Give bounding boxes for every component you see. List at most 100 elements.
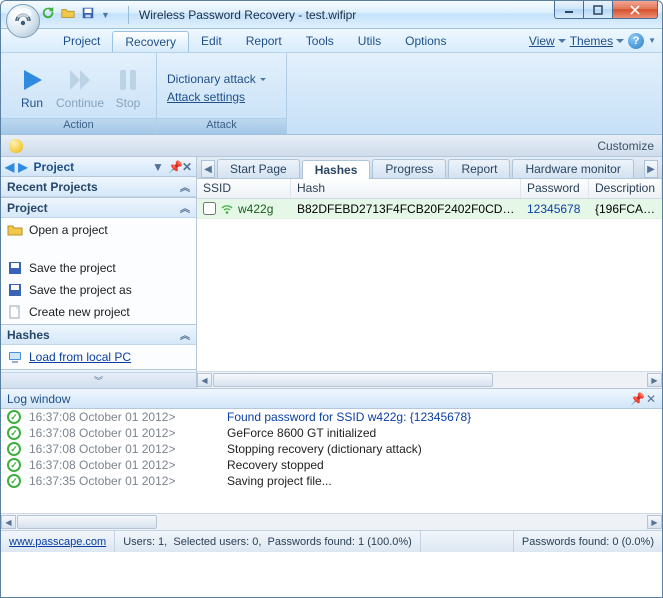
grid-scrollbar[interactable]: ◀ ▶ (197, 371, 662, 388)
hashes-header[interactable]: Hashes (7, 328, 50, 342)
menu-view[interactable]: View (529, 34, 566, 48)
tab-hardware-monitor[interactable]: Hardware monitor (512, 159, 633, 178)
col-ssid[interactable]: SSID (197, 179, 291, 198)
open-project-item[interactable]: Open a project (7, 222, 190, 238)
continue-button[interactable]: Continue (59, 66, 101, 110)
save-project-item[interactable]: Save the project (7, 260, 190, 276)
ok-icon: ✓ (7, 442, 21, 456)
scroll-left-icon[interactable]: ◀ (1, 515, 16, 529)
cell-description: {196FCAAE- (589, 202, 662, 216)
log-row: ✓16:37:08 October 01 2012>Stopping recov… (1, 441, 662, 457)
col-password[interactable]: Password (521, 179, 589, 198)
log-body: ✓16:37:08 October 01 2012>Found password… (1, 409, 662, 513)
tab-scroll-left[interactable]: ◀ (201, 160, 215, 178)
refresh-icon[interactable] (41, 6, 55, 23)
status-url[interactable]: www.passcape.com (9, 536, 106, 548)
side-close-icon[interactable]: ✕ (182, 160, 192, 174)
scroll-right-icon[interactable]: ▶ (647, 515, 662, 529)
row-checkbox[interactable] (203, 202, 216, 215)
chevron-up-icon[interactable]: ︽ (180, 200, 190, 215)
run-button[interactable]: Run (11, 66, 53, 110)
scroll-right-icon[interactable]: ▶ (647, 373, 662, 387)
menu-project[interactable]: Project (51, 29, 112, 52)
pin-icon[interactable]: 📌 (168, 160, 178, 174)
cell-password: 12345678 (521, 202, 589, 216)
maximize-button[interactable] (583, 1, 613, 19)
col-hash[interactable]: Hash (291, 179, 521, 198)
window-title: Wireless Password Recovery - test.wifipr (135, 8, 356, 22)
wifi-icon (220, 202, 234, 216)
menu-options[interactable]: Options (393, 29, 458, 52)
ok-icon: ✓ (7, 458, 21, 472)
chevron-up-icon[interactable]: ︽ (180, 179, 190, 194)
quick-access-toolbar: ▼ (41, 6, 110, 23)
tab-progress[interactable]: Progress (372, 159, 446, 178)
help-icon[interactable]: ? (628, 33, 644, 49)
menu-tools[interactable]: Tools (294, 29, 346, 52)
stop-button[interactable]: Stop (107, 66, 149, 110)
status-found-right: Passwords found: 0 (0.0%) (522, 536, 654, 548)
log-row: ✓16:37:35 October 01 2012>Saving project… (1, 473, 662, 489)
log-close-icon[interactable]: ✕ (646, 392, 656, 406)
menubar: Project Recovery Edit Report Tools Utils… (1, 29, 662, 53)
help-dropdown-icon[interactable]: ▼ (648, 36, 656, 45)
log-scrollbar[interactable]: ◀ ▶ (1, 513, 662, 530)
column-headers: SSID Hash Password Description (197, 179, 662, 199)
nav-back-icon[interactable]: ◀ (5, 160, 14, 174)
save-project-as-item[interactable]: Save the project as (7, 282, 190, 298)
table-row[interactable]: w422g B82DFEBD2713F4FCB20F2402F0CD0... 1… (197, 199, 662, 219)
close-button[interactable] (612, 1, 658, 19)
ribbon: Run Continue Stop Action Dictionary atta… (1, 53, 662, 135)
menu-recovery[interactable]: Recovery (112, 31, 189, 52)
menu-utils[interactable]: Utils (346, 29, 393, 52)
recent-projects-header[interactable]: Recent Projects (7, 180, 98, 194)
ok-icon: ✓ (7, 474, 21, 488)
minimize-button[interactable] (554, 1, 584, 19)
load-from-local-pc-item[interactable]: Load from local PC (7, 349, 190, 365)
customize-row: Customize (1, 135, 662, 157)
cell-hash: B82DFEBD2713F4FCB20F2402F0CD0... (291, 202, 521, 216)
scroll-thumb[interactable] (17, 515, 157, 529)
nav-forward-icon[interactable]: ▶ (18, 160, 27, 174)
create-project-item[interactable]: Create new project (7, 304, 190, 320)
menu-themes[interactable]: Themes (570, 34, 624, 48)
scroll-thumb[interactable] (213, 373, 493, 387)
dictionary-attack-link[interactable]: Dictionary attack (167, 72, 266, 86)
tab-hashes[interactable]: Hashes (302, 160, 371, 179)
save-icon[interactable] (81, 6, 95, 23)
menu-edit[interactable]: Edit (189, 29, 234, 52)
log-row: ✓16:37:08 October 01 2012>Found password… (1, 409, 662, 425)
cell-ssid: w422g (238, 202, 273, 216)
tab-scroll-right[interactable]: ▶ (644, 160, 658, 178)
log-title: Log window (7, 392, 70, 406)
group-action-label: Action (1, 118, 156, 134)
chevron-up-icon[interactable]: ︽ (180, 327, 190, 342)
attack-settings-link[interactable]: Attack settings (167, 90, 266, 104)
ok-icon: ✓ (7, 426, 21, 440)
side-title: Project (33, 160, 74, 174)
scroll-left-icon[interactable]: ◀ (197, 373, 212, 387)
tab-start-page[interactable]: Start Page (217, 159, 300, 178)
continue-label: Continue (56, 96, 104, 110)
bulb-icon[interactable] (9, 139, 23, 153)
open-icon[interactable] (61, 6, 75, 23)
run-label: Run (21, 96, 43, 110)
status-selected: Selected users: 0, (173, 536, 261, 548)
tab-report[interactable]: Report (448, 159, 510, 178)
log-pin-icon[interactable]: 📌 (630, 392, 640, 406)
project-header[interactable]: Project (7, 201, 48, 215)
content-area: ◀ Start Page Hashes Progress Report Hard… (197, 157, 662, 388)
log-row: ✓16:37:08 October 01 2012>GeForce 8600 G… (1, 425, 662, 441)
col-description[interactable]: Description (589, 179, 662, 198)
customize-link[interactable]: Customize (597, 139, 654, 153)
divider (128, 6, 129, 24)
app-orb-button[interactable] (6, 4, 40, 38)
menu-report[interactable]: Report (234, 29, 294, 52)
side-collapse-icon[interactable]: ︾ (1, 372, 196, 388)
group-attack-label: Attack (157, 118, 286, 134)
ok-icon: ✓ (7, 410, 21, 424)
side-menu-icon[interactable]: ▼ (152, 160, 164, 174)
side-panel: ◀ ▶ Project ▼ 📌 ✕ Recent Projects ︽ Proje… (1, 157, 197, 388)
titlebar: ▼ Wireless Password Recovery - test.wifi… (1, 1, 662, 29)
qat-dropdown-icon[interactable]: ▼ (101, 10, 110, 20)
